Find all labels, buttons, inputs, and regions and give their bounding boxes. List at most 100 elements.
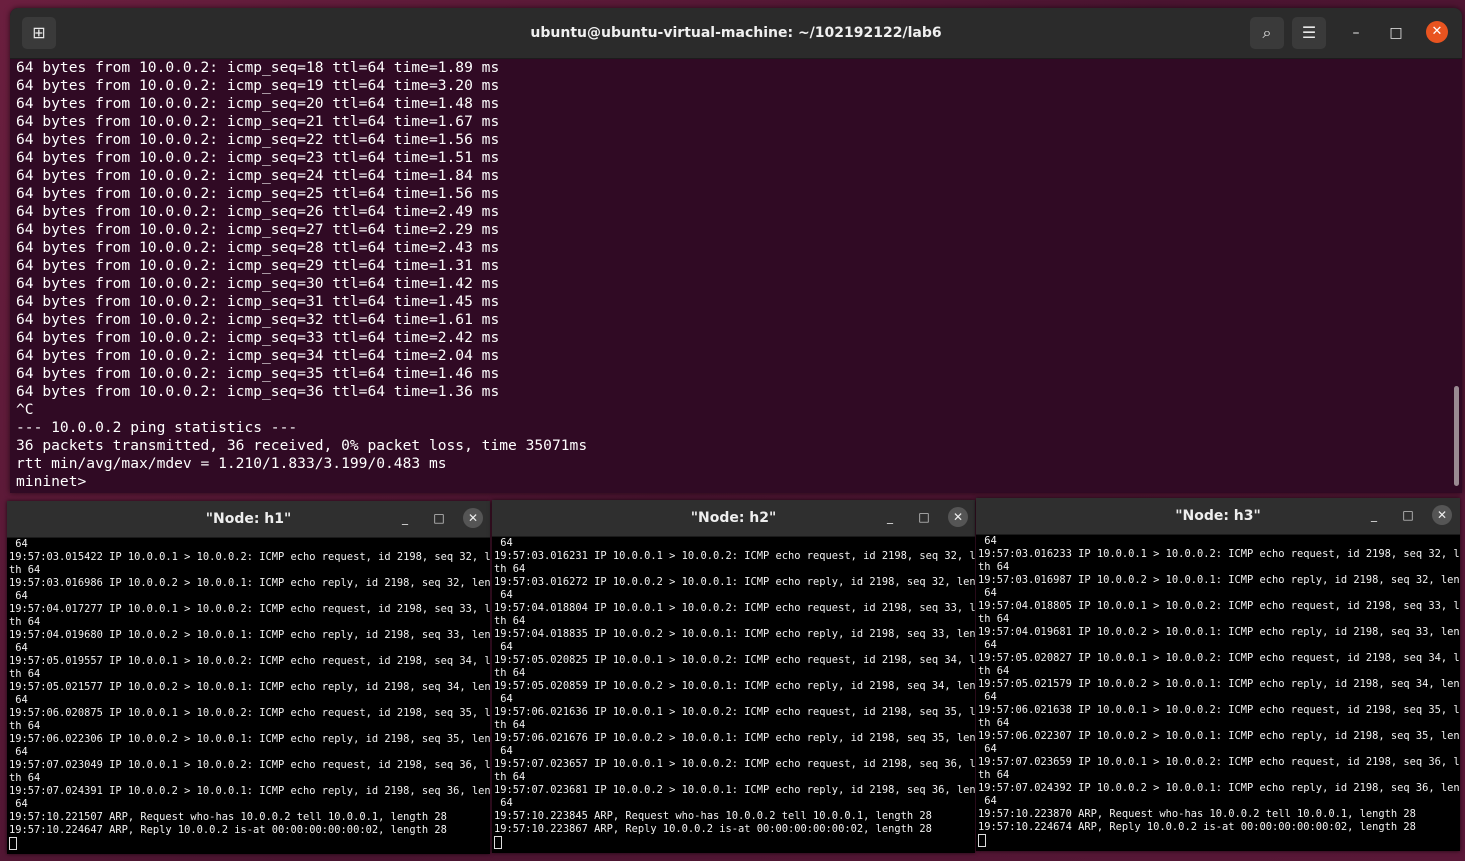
node-log-line: 19:57:03.016231 IP 10.0.0.1 > 10.0.0.2: … [494,550,975,562]
node-title-bar[interactable]: "Node: h3" _ □ ✕ [976,498,1460,535]
node-output[interactable]: 64 19:57:03.016233 IP 10.0.0.1 > 10.0.0.2… [976,535,1460,851]
node-log-line: 19:57:04.017277 IP 10.0.0.1 > 10.0.0.2: … [9,603,490,615]
node-title-bar[interactable]: "Node: h2" _ □ ✕ [492,500,975,537]
node-log-line: 19:57:07.024391 IP 10.0.0.2 > 10.0.0.1: … [9,785,490,797]
node-log-line: 19:57:06.021636 IP 10.0.0.1 > 10.0.0.2: … [494,706,975,718]
node-h3-window[interactable]: "Node: h3" _ □ ✕ 64 19:57:03.016233 IP 10… [976,498,1460,851]
node-log-line: 19:57:06.020875 IP 10.0.0.1 > 10.0.0.2: … [9,707,490,719]
node-log-line: 19:57:07.024392 IP 10.0.0.2 > 10.0.0.1: … [978,782,1460,794]
node-log-line: 19:57:03.016272 IP 10.0.0.2 > 10.0.0.1: … [494,576,975,588]
terminal-line: rtt min/avg/max/mdev = 1.210/1.833/3.199… [16,455,447,472]
terminal-line: 64 bytes from 10.0.0.2: icmp_seq=31 ttl=… [16,293,500,310]
node-log-line: 64 [978,795,997,807]
terminal-output[interactable]: 64 bytes from 10.0.0.2: icmp_seq=18 ttl=… [10,59,1462,493]
close-icon[interactable]: ✕ [948,507,968,527]
node-log-line: 19:57:07.023657 IP 10.0.0.1 > 10.0.0.2: … [494,758,975,770]
node-log-line: th 64 [494,719,526,731]
node-log-line: 64 [9,798,28,810]
minimize-icon[interactable]: _ [394,507,416,529]
cursor-block [9,837,17,850]
node-log-line: 64 [978,587,997,599]
node-log-line: th 64 [9,668,41,680]
hamburger-menu-icon[interactable]: ☰ [1292,17,1326,49]
node-log-line: 19:57:07.023681 IP 10.0.0.2 > 10.0.0.1: … [494,784,975,796]
node-log-line: 19:57:05.021577 IP 10.0.0.2 > 10.0.0.1: … [9,681,490,693]
close-icon[interactable]: ✕ [1432,505,1452,525]
terminal-line: 36 packets transmitted, 36 received, 0% … [16,437,588,454]
node-log-line: th 64 [978,717,1010,729]
node-h1-window[interactable]: "Node: h1" _ □ ✕ 64 19:57:03.015422 IP 10… [7,501,490,854]
node-log-line: 64 [494,745,513,757]
node-log-line: 19:57:06.021638 IP 10.0.0.1 > 10.0.0.2: … [978,704,1460,716]
terminal-line: 64 bytes from 10.0.0.2: icmp_seq=22 ttl=… [16,131,500,148]
terminal-line: 64 bytes from 10.0.0.2: icmp_seq=19 ttl=… [16,77,500,94]
terminal-line: 64 bytes from 10.0.0.2: icmp_seq=27 ttl=… [16,221,500,238]
cursor-block [978,834,986,847]
terminal-line: --- 10.0.0.2 ping statistics --- [16,419,298,436]
node-log-line: 64 [9,590,28,602]
node-log-line: 64 [9,694,28,706]
node-log-line: 64 [494,693,513,705]
node-log-line: th 64 [978,769,1010,781]
node-log-line: 64 [978,535,997,547]
node-h2-window[interactable]: "Node: h2" _ □ ✕ 64 19:57:03.016231 IP 10… [492,500,975,853]
node-log-line: 64 [494,641,513,653]
node-log-line: 19:57:10.221507 ARP, Request who-has 10.… [9,811,447,823]
node-log-line: 19:57:05.020825 IP 10.0.0.1 > 10.0.0.2: … [494,654,975,666]
search-icon[interactable]: ⌕ [1250,17,1284,49]
node-log-line: 64 [494,537,513,549]
cursor [978,834,1460,848]
terminal-line: ^C [16,401,34,418]
cursor-block [494,836,502,849]
window-title: ubuntu@ubuntu-virtual-machine: ~/1021921… [530,25,942,41]
node-log-line: 19:57:10.224647 ARP, Reply 10.0.0.2 is-a… [9,824,447,836]
terminal-line: 64 bytes from 10.0.0.2: icmp_seq=36 ttl=… [16,383,500,400]
terminal-line: 64 bytes from 10.0.0.2: icmp_seq=21 ttl=… [16,113,500,130]
terminal-line: 64 bytes from 10.0.0.2: icmp_seq=34 ttl=… [16,347,500,364]
node-log-line: th 64 [978,613,1010,625]
maximize-icon[interactable]: □ [1384,21,1408,45]
close-icon[interactable]: ✕ [1426,21,1448,43]
terminal-line: 64 bytes from 10.0.0.2: icmp_seq=25 ttl=… [16,185,500,202]
node-log-line: th 64 [978,561,1010,573]
node-log-line: 19:57:07.023659 IP 10.0.0.1 > 10.0.0.2: … [978,756,1460,768]
main-terminal-window[interactable]: ⊞ ubuntu@ubuntu-virtual-machine: ~/10219… [10,8,1462,493]
node-log-line: 19:57:07.023049 IP 10.0.0.1 > 10.0.0.2: … [9,759,490,771]
node-log-line: 19:57:10.224674 ARP, Reply 10.0.0.2 is-a… [978,821,1416,833]
node-log-line: th 64 [9,564,41,576]
node-log-line: 19:57:06.022307 IP 10.0.0.2 > 10.0.0.1: … [978,730,1460,742]
node-log-line: 19:57:04.018804 IP 10.0.0.1 > 10.0.0.2: … [494,602,975,614]
maximize-icon[interactable]: □ [1397,504,1419,526]
node-log-line: 64 [9,642,28,654]
node-log-line: 19:57:05.019557 IP 10.0.0.1 > 10.0.0.2: … [9,655,490,667]
maximize-icon[interactable]: □ [913,506,935,528]
node-log-line: 19:57:03.016233 IP 10.0.0.1 > 10.0.0.2: … [978,548,1460,560]
terminal-line: 64 bytes from 10.0.0.2: icmp_seq=28 ttl=… [16,239,500,256]
maximize-icon[interactable]: □ [428,507,450,529]
node-log-line: 19:57:04.018835 IP 10.0.0.2 > 10.0.0.1: … [494,628,975,640]
minimize-icon[interactable]: – [1344,21,1368,45]
scrollbar-thumb[interactable] [1454,386,1459,486]
node-log-line: 19:57:04.019681 IP 10.0.0.2 > 10.0.0.1: … [978,626,1460,638]
node-output[interactable]: 64 19:57:03.015422 IP 10.0.0.1 > 10.0.0.2… [7,538,490,854]
terminal-line: mininet> [16,473,96,490]
close-icon[interactable]: ✕ [463,508,483,528]
node-log-line: 64 [494,797,513,809]
node-title: "Node: h3" [1175,508,1261,524]
node-log-line: th 64 [494,615,526,627]
terminal-line: 64 bytes from 10.0.0.2: icmp_seq=24 ttl=… [16,167,500,184]
node-log-line: 19:57:05.020859 IP 10.0.0.2 > 10.0.0.1: … [494,680,975,692]
minimize-icon[interactable]: _ [1363,504,1385,526]
node-output[interactable]: 64 19:57:03.016231 IP 10.0.0.1 > 10.0.0.2… [492,537,975,853]
terminal-line: 64 bytes from 10.0.0.2: icmp_seq=32 ttl=… [16,311,500,328]
node-title-bar[interactable]: "Node: h1" _ □ ✕ [7,501,490,538]
minimize-icon[interactable]: _ [879,506,901,528]
terminal-line: 64 bytes from 10.0.0.2: icmp_seq=18 ttl=… [16,59,500,76]
node-log-line: 19:57:03.015422 IP 10.0.0.1 > 10.0.0.2: … [9,551,490,563]
terminal-line: 64 bytes from 10.0.0.2: icmp_seq=20 ttl=… [16,95,500,112]
main-title-bar[interactable]: ⊞ ubuntu@ubuntu-virtual-machine: ~/10219… [10,8,1462,59]
node-log-line: 19:57:06.022306 IP 10.0.0.2 > 10.0.0.1: … [9,733,490,745]
node-log-line: th 64 [9,720,41,732]
node-log-line: 19:57:03.016986 IP 10.0.0.2 > 10.0.0.1: … [9,577,490,589]
node-log-line: 64 [494,589,513,601]
